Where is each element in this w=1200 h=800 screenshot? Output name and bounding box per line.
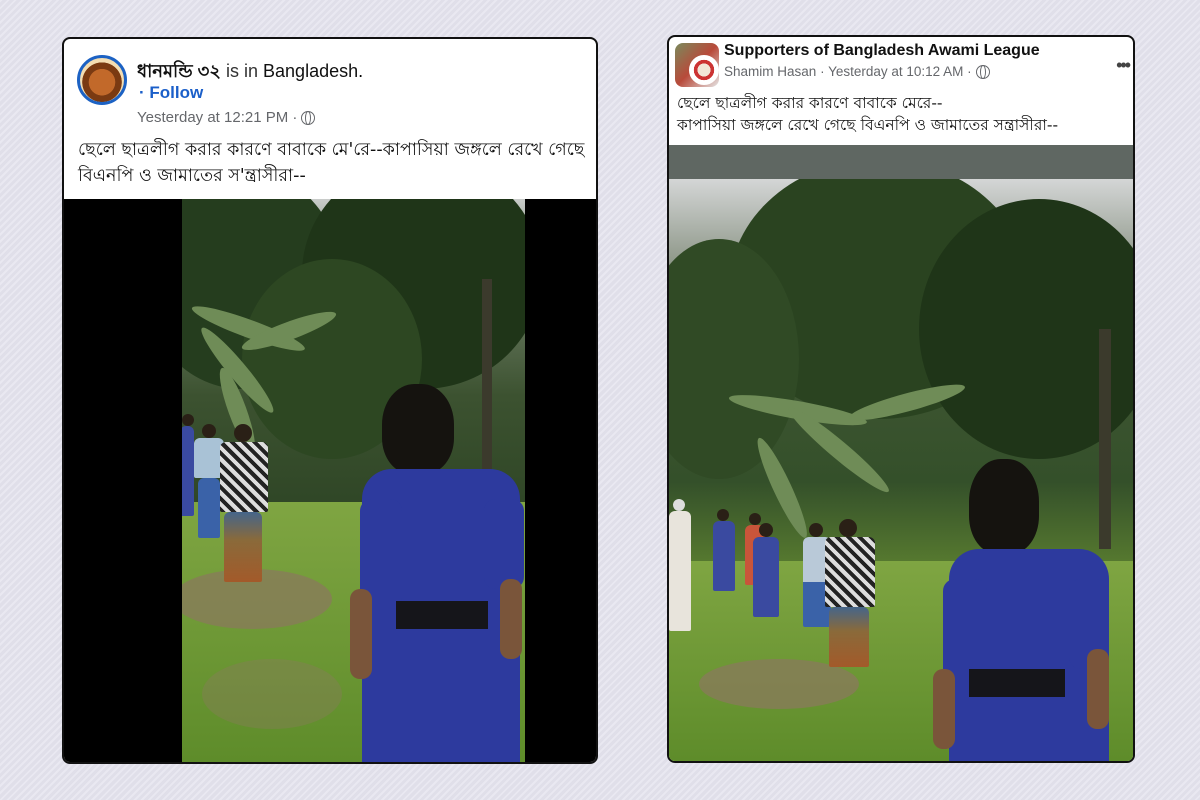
location-suffix: . (358, 61, 364, 81)
post-caption: ছেলে ছাত্রলীগ করার কারণে বাবাকে মেরে-- ক… (677, 92, 1058, 136)
author-avatar[interactable] (689, 55, 719, 85)
video-frame (182, 199, 525, 762)
post-timestamp: Yesterday at 12:21 PM · (137, 109, 316, 126)
video-player[interactable] (669, 179, 1133, 761)
post-meta: Shamim Hasan · Yesterday at 10:12 AM · (724, 64, 990, 80)
globe-icon (301, 111, 316, 126)
video-top-bar (669, 145, 1133, 179)
group-name-link[interactable]: Supporters of Bangladesh Awami League (724, 42, 1040, 60)
author-name-link[interactable]: Shamim Hasan (724, 64, 816, 79)
follow-label[interactable]: · Follow (139, 83, 203, 102)
post-caption: ছেলে ছাত্রলীগ করার কারণে বাবাকে মে'রে--ক… (78, 140, 585, 186)
right-post-header: Supporters of Bangladesh Awami League Sh… (669, 37, 1133, 145)
caption-line-2: কাপাসিয়া জঙ্গলে রেখে গেছে বিএনপি ও জামা… (677, 116, 1059, 134)
page-name-link[interactable]: ধানমন্ডি ৩২ (137, 61, 221, 81)
globe-icon (975, 65, 990, 80)
location-link[interactable]: Bangladesh (263, 61, 358, 81)
is-in-text: is in (226, 61, 259, 81)
timestamp-link[interactable]: Yesterday at 12:21 PM · (137, 109, 297, 126)
right-facebook-post: Supporters of Bangladesh Awami League Sh… (667, 35, 1135, 763)
more-dots-icon[interactable]: ••• (1116, 55, 1131, 76)
video-frame (669, 179, 1133, 761)
follow-button[interactable]: · Follow (139, 83, 203, 103)
left-post-header: ধানমন্ডি ৩২ is in Bangladesh. · Follow Y… (64, 39, 596, 199)
left-facebook-post: ধানমন্ডি ৩২ is in Bangladesh. · Follow Y… (62, 37, 598, 764)
page-avatar[interactable] (77, 55, 127, 105)
timestamp-link[interactable]: · Yesterday at 10:12 AM · (820, 64, 972, 79)
video-player[interactable] (64, 199, 596, 762)
caption-line-1: ছেলে ছাত্রলীগ করার কারণে বাবাকে মেরে-- (677, 94, 943, 112)
